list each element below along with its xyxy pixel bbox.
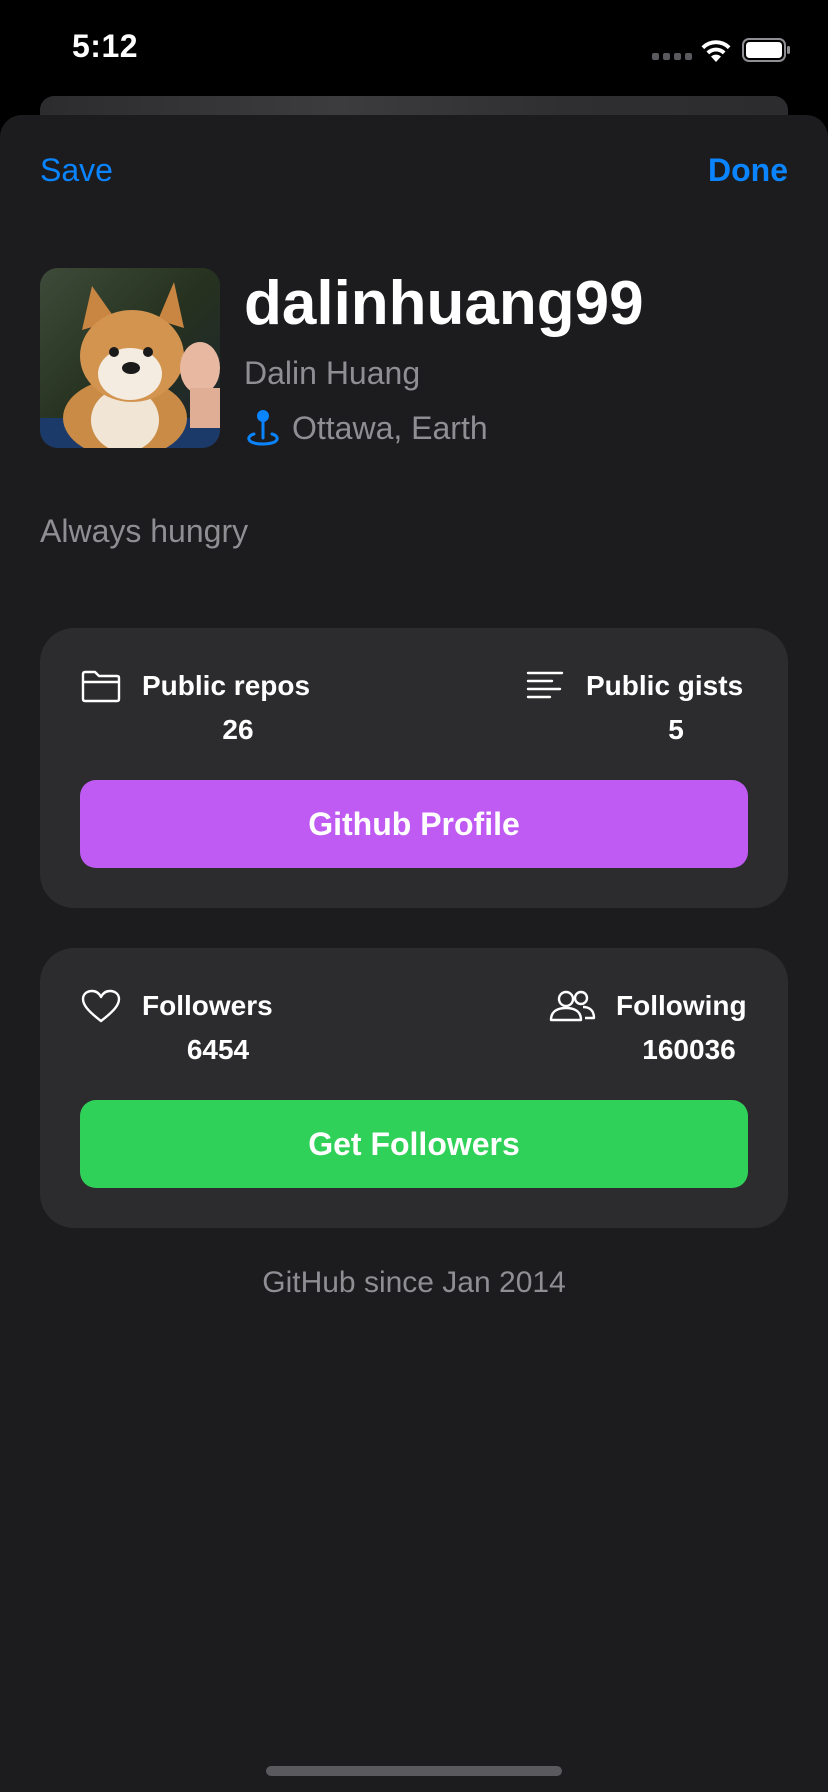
bio-text: Always hungry [40, 513, 249, 549]
done-button[interactable]: Done [708, 152, 788, 189]
github-profile-button[interactable]: Github Profile [80, 780, 748, 868]
following-label: Following [616, 990, 747, 1021]
home-indicator[interactable] [266, 1766, 562, 1776]
public-repos-stat: Public repos 26 [80, 668, 311, 745]
get-followers-button[interactable]: Get Followers [80, 1100, 748, 1188]
text-lines-icon [526, 671, 564, 699]
full-name: Dalin Huang [244, 355, 421, 391]
public-gists-stat: Public gists 5 [524, 668, 744, 745]
followers-stat: Followers 6454 [80, 988, 273, 1065]
map-pin-icon [247, 410, 279, 446]
following-stat: Following 160036 [548, 988, 747, 1065]
public-gists-label: Public gists [586, 670, 744, 701]
public-repos-label: Public repos [142, 670, 311, 701]
github-since-text: GitHub since Jan 2014 [262, 1266, 566, 1299]
cellular-signal-icon [652, 53, 692, 60]
public-repos-value: 26 [222, 714, 254, 745]
folder-icon [81, 670, 121, 703]
status-time: 5:12 [72, 28, 139, 64]
location-text: Ottawa, Earth [292, 409, 488, 446]
following-value: 160036 [642, 1034, 736, 1065]
username: dalinhuang99 [244, 269, 644, 338]
repos-card: Public repos 26 Public gists 5 Github Pr… [40, 628, 788, 908]
followers-label: Followers [142, 990, 273, 1021]
status-bar: 5:12 [0, 0, 828, 100]
battery-icon [742, 38, 790, 62]
heart-icon [81, 989, 121, 1023]
public-gists-value: 5 [668, 714, 684, 745]
save-button[interactable]: Save [40, 152, 113, 189]
people-icon [549, 990, 596, 1022]
avatar [40, 268, 220, 448]
wifi-icon [701, 40, 731, 62]
location-row: Ottawa, Earth [244, 408, 488, 448]
followers-card: Followers 6454 Following 160036 Get Foll… [40, 948, 788, 1228]
followers-value: 6454 [186, 1034, 250, 1065]
